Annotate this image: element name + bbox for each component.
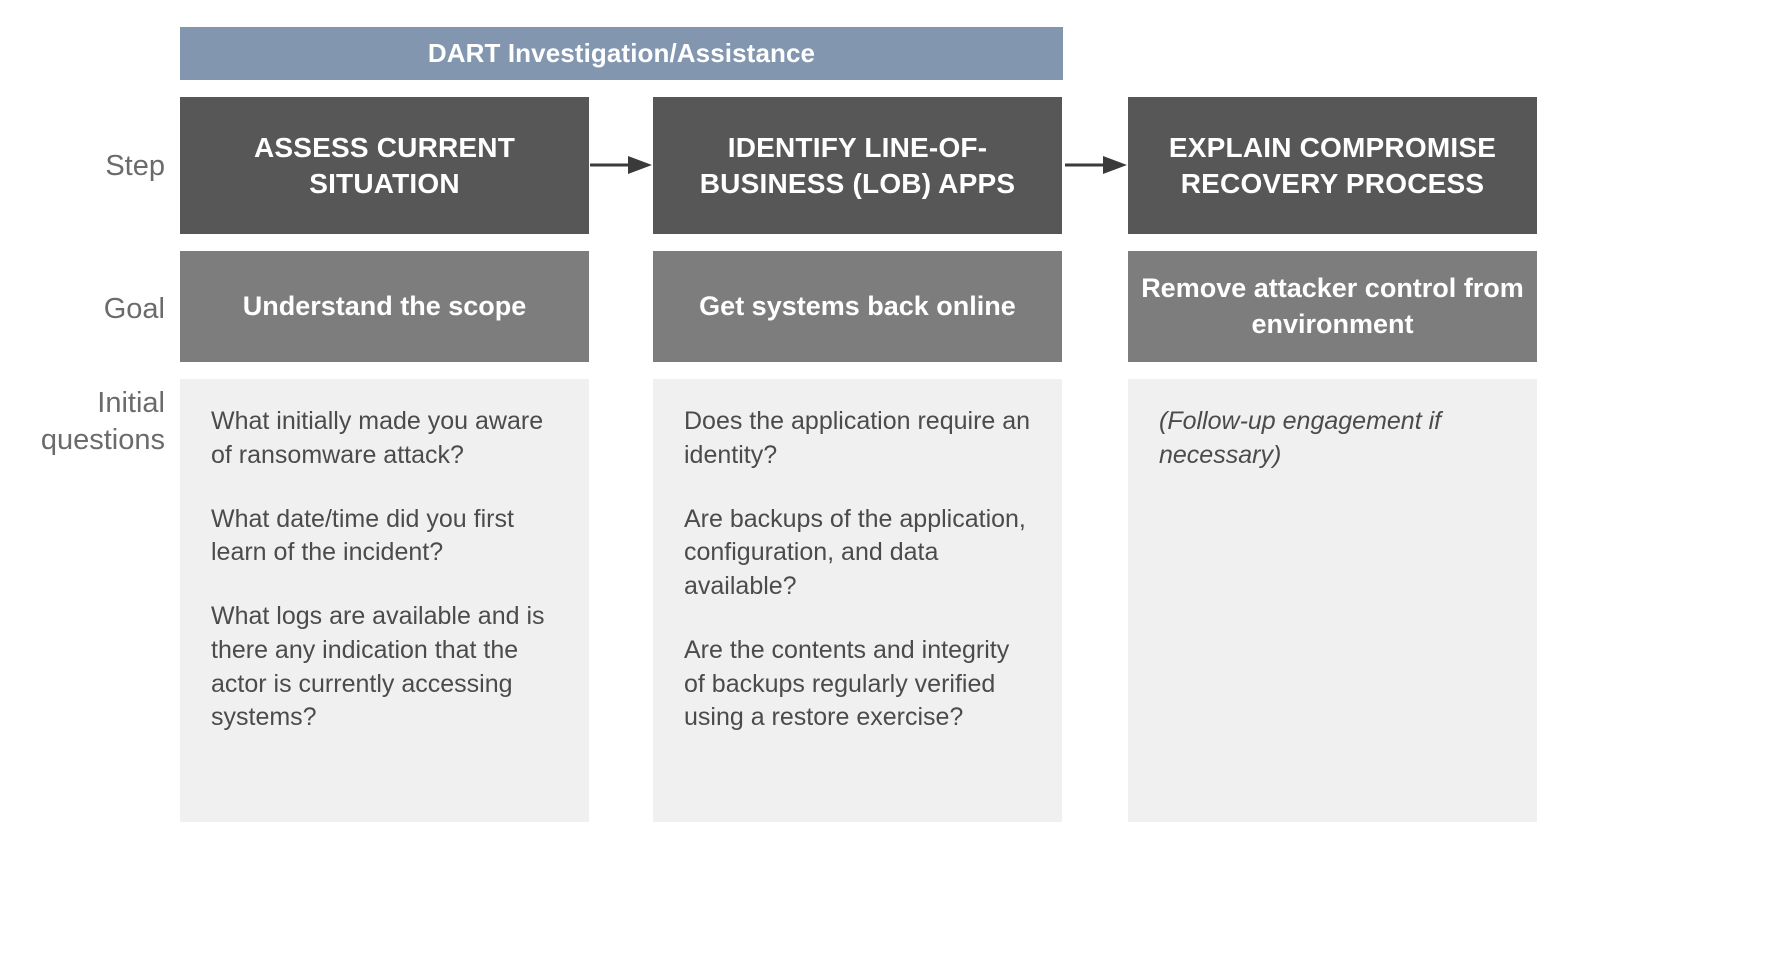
step-box-2: IDENTIFY LINE-OF-BUSINESS (LOB) APPS xyxy=(653,97,1062,234)
row-label-step: Step xyxy=(105,150,165,182)
dart-banner-title: DART Investigation/Assistance xyxy=(427,38,816,68)
goal-box-1: Understand the scope xyxy=(180,251,589,362)
question-item: What logs are available and is there any… xyxy=(211,602,545,732)
question-item: Are backups of the application, configur… xyxy=(684,504,1026,601)
goal-box-3: Remove attacker control from environment xyxy=(1128,251,1537,362)
question-item: What date/time did you first learn of th… xyxy=(211,504,514,567)
question-item: (Follow-up engagement if necessary) xyxy=(1159,407,1442,469)
row-label-initial-questions: Initial questions xyxy=(40,387,165,457)
step-box-3-label: EXPLAIN COMPROMISE RECOVERY PROCESS xyxy=(1168,131,1497,199)
questions-panel-2: Does the application require an identity… xyxy=(653,379,1062,822)
question-item: Are the contents and integrity of backup… xyxy=(684,635,1010,732)
step-box-1-label: ASSESS CURRENT SITUATION xyxy=(253,131,516,199)
step-box-1: ASSESS CURRENT SITUATION xyxy=(180,97,589,234)
questions-panel-3: (Follow-up engagement if necessary) xyxy=(1128,379,1537,822)
question-item: What initially made you aware of ransomw… xyxy=(211,407,544,469)
goal-box-2-label: Get systems back online xyxy=(699,290,1016,321)
goal-box-2: Get systems back online xyxy=(653,251,1062,362)
arrow-right-icon xyxy=(590,151,653,179)
goal-box-1-label: Understand the scope xyxy=(242,290,527,321)
step-box-3: EXPLAIN COMPROMISE RECOVERY PROCESS xyxy=(1128,97,1537,234)
row-label-goal: Goal xyxy=(103,293,165,325)
dart-banner: DART Investigation/Assistance xyxy=(180,27,1063,80)
step-box-2-label: IDENTIFY LINE-OF-BUSINESS (LOB) APPS xyxy=(699,131,1016,199)
question-item: Does the application require an identity… xyxy=(684,407,1031,469)
questions-panel-1: What initially made you aware of ransomw… xyxy=(180,379,589,822)
diagram-canvas: DART Investigation/Assistance Step Goal … xyxy=(0,0,1783,965)
arrow-right-icon xyxy=(1065,151,1128,179)
goal-box-3-label: Remove attacker control from environment xyxy=(1141,272,1524,339)
